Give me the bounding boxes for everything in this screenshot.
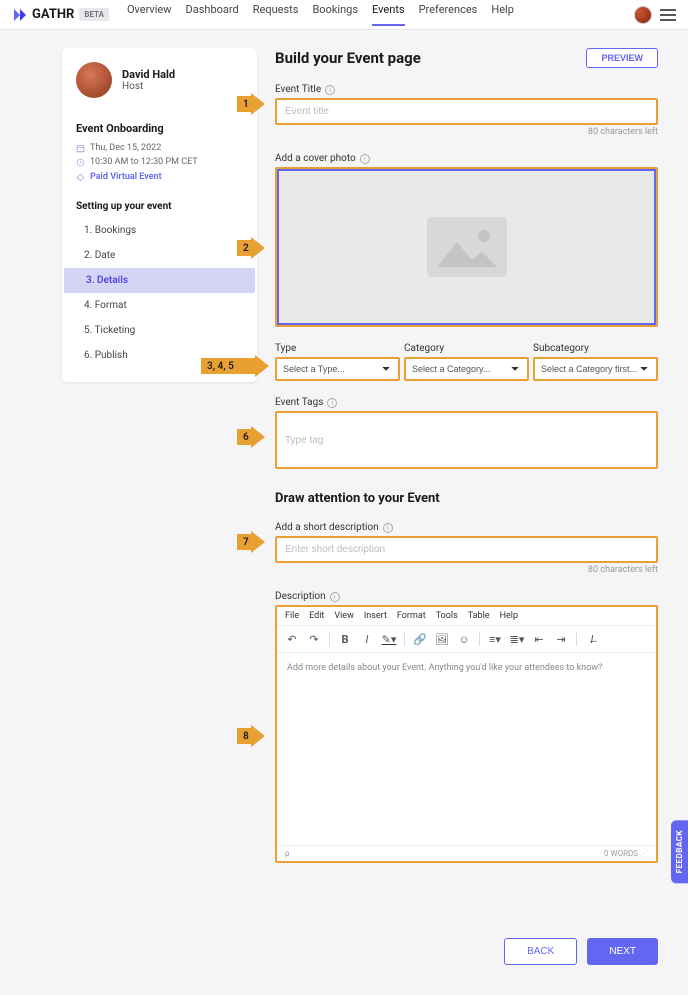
- short-desc-input[interactable]: [275, 536, 658, 563]
- tags-input[interactable]: [275, 411, 658, 469]
- link-icon[interactable]: 🔗: [411, 630, 429, 648]
- nav-events[interactable]: Events: [372, 3, 405, 26]
- bold-icon[interactable]: B: [336, 630, 354, 648]
- nav-preferences[interactable]: Preferences: [419, 3, 478, 26]
- nav-dashboard[interactable]: Dashboard: [186, 3, 239, 26]
- profile-name: David Hald: [122, 68, 175, 81]
- info-icon[interactable]: i: [360, 154, 370, 164]
- sidebar: David Hald Host Event Onboarding Thu, De…: [62, 48, 257, 382]
- page-title: Build your Event page: [275, 49, 421, 67]
- tags-label: Event Tags: [275, 397, 323, 408]
- nav-bookings[interactable]: Bookings: [312, 3, 358, 26]
- menu-insert[interactable]: Insert: [364, 611, 387, 621]
- nav-requests[interactable]: Requests: [253, 3, 299, 26]
- menu-file[interactable]: File: [285, 611, 299, 621]
- info-icon[interactable]: i: [327, 398, 337, 408]
- menu-view[interactable]: View: [334, 611, 353, 621]
- editor-path: p: [285, 849, 290, 858]
- cover-label: Add a cover photo: [275, 153, 356, 164]
- category-label: Category: [404, 343, 529, 354]
- paid-badge: Paid Virtual Event: [62, 169, 257, 185]
- menu-help[interactable]: Help: [500, 611, 518, 621]
- info-icon[interactable]: i: [325, 85, 335, 95]
- nav-help[interactable]: Help: [491, 3, 514, 26]
- callout-1: 1: [237, 96, 251, 112]
- editor-toolbar: ↶ ↷ B I ✎▾ 🔗 🖼 ☺ ≡▾ ≣▾ ⇤ ⇥ I̶: [277, 626, 656, 653]
- resize-handle-icon[interactable]: ⋰: [640, 849, 648, 858]
- step-date[interactable]: 2. Date: [62, 243, 257, 268]
- menu-tools[interactable]: Tools: [436, 611, 458, 621]
- main-form: Build your Event page PREVIEW Event Titl…: [275, 48, 658, 863]
- image-placeholder-icon: [422, 212, 512, 282]
- word-count: 0 WORDS: [604, 849, 638, 858]
- onboarding-title: Event Onboarding: [62, 112, 257, 141]
- menu-edit[interactable]: Edit: [309, 611, 324, 621]
- type-label: Type: [275, 343, 400, 354]
- logo[interactable]: GATHR BETA: [12, 7, 109, 23]
- callout-7: 7: [237, 534, 251, 550]
- step-bookings[interactable]: 1. Bookings: [62, 218, 257, 243]
- step-details[interactable]: 3. Details: [64, 268, 255, 293]
- menu-icon[interactable]: [660, 9, 676, 21]
- event-title-input[interactable]: [275, 98, 658, 125]
- cover-photo-upload[interactable]: [275, 167, 658, 327]
- event-date: Thu, Dec 15, 2022: [62, 141, 257, 155]
- callout-345: 3, 4, 5: [201, 358, 255, 374]
- redo-icon[interactable]: ↷: [305, 630, 323, 648]
- menu-format[interactable]: Format: [397, 611, 426, 621]
- type-select[interactable]: Select a Type...: [275, 357, 400, 381]
- event-title-label: Event Title: [275, 84, 321, 95]
- next-button[interactable]: NEXT: [587, 938, 658, 965]
- step-format[interactable]: 4. Format: [62, 293, 257, 318]
- menu-table[interactable]: Table: [468, 611, 490, 621]
- indent-icon[interactable]: ⇥: [552, 630, 570, 648]
- calendar-icon: [76, 144, 85, 153]
- subcategory-label: Subcategory: [533, 343, 658, 354]
- attention-heading: Draw attention to your Event: [275, 491, 658, 506]
- clock-icon: [76, 158, 85, 167]
- profile-role: Host: [122, 81, 175, 92]
- image-icon[interactable]: 🖼: [433, 630, 451, 648]
- steps-title: Setting up your event: [62, 185, 257, 218]
- user-avatar-icon[interactable]: [634, 6, 652, 24]
- brand-name: GATHR: [32, 7, 74, 22]
- callout-8: 8: [237, 728, 251, 744]
- editor-textarea[interactable]: Add more details about your Event. Anyth…: [277, 653, 656, 845]
- diamond-icon: [76, 173, 85, 182]
- outdent-icon[interactable]: ⇤: [530, 630, 548, 648]
- char-limit-2: 80 characters left: [275, 565, 658, 575]
- italic-icon[interactable]: I: [358, 630, 376, 648]
- callout-2: 2: [237, 240, 251, 256]
- step-ticketing[interactable]: 5. Ticketing: [62, 318, 257, 343]
- event-time: 10:30 AM to 12:30 PM CET: [62, 155, 257, 169]
- feedback-tab[interactable]: FEEDBACK: [671, 820, 688, 883]
- beta-badge: BETA: [79, 8, 109, 21]
- short-desc-label: Add a short description: [275, 522, 379, 533]
- top-nav: GATHR BETA Overview Dashboard Requests B…: [0, 0, 688, 30]
- profile-avatar-icon: [76, 62, 112, 98]
- info-icon[interactable]: i: [383, 523, 393, 533]
- logo-icon: [12, 7, 28, 23]
- back-button[interactable]: BACK: [504, 938, 577, 965]
- char-limit: 80 characters left: [275, 127, 658, 137]
- rich-text-editor: File Edit View Insert Format Tools Table…: [275, 605, 658, 863]
- preview-button[interactable]: PREVIEW: [586, 48, 658, 68]
- callout-6: 6: [237, 429, 251, 445]
- emoji-icon[interactable]: ☺: [455, 630, 473, 648]
- category-select[interactable]: Select a Category...: [404, 357, 529, 381]
- text-color-icon[interactable]: ✎▾: [380, 630, 398, 648]
- footer-actions: BACK NEXT: [0, 938, 688, 995]
- info-icon[interactable]: i: [330, 592, 340, 602]
- nav-overview[interactable]: Overview: [127, 3, 172, 26]
- number-list-icon[interactable]: ≣▾: [508, 630, 526, 648]
- subcategory-select[interactable]: Select a Category first...: [533, 357, 658, 381]
- profile-block: David Hald Host: [62, 62, 257, 112]
- clear-format-icon[interactable]: I̶: [583, 630, 601, 648]
- undo-icon[interactable]: ↶: [283, 630, 301, 648]
- desc-label: Description: [275, 591, 326, 602]
- editor-menubar: File Edit View Insert Format Tools Table…: [277, 607, 656, 626]
- main-nav: Overview Dashboard Requests Bookings Eve…: [127, 3, 514, 26]
- bullet-list-icon[interactable]: ≡▾: [486, 630, 504, 648]
